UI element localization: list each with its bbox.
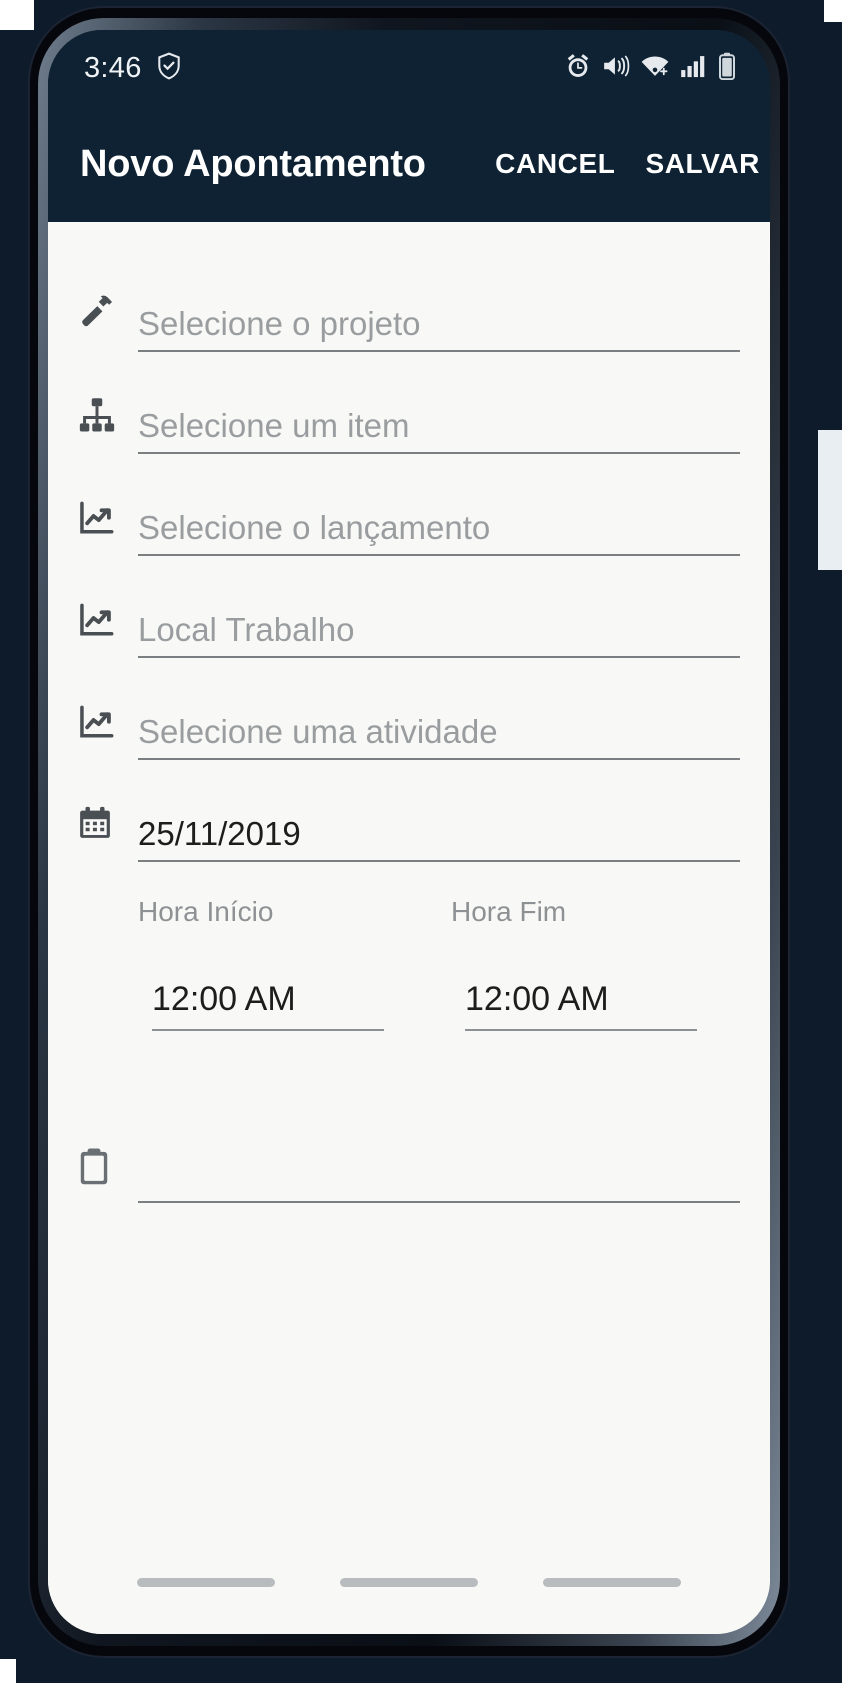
field-entry-placeholder: Selecione o lançamento (138, 509, 491, 546)
alarm-icon (564, 52, 592, 85)
start-time-value: 12:00 AM (152, 980, 296, 1018)
cancel-button[interactable]: CANCEL (493, 144, 617, 184)
field-activity-input[interactable]: Selecione uma atividade (138, 704, 740, 760)
hammer-icon (76, 290, 138, 352)
phone-screen: 3:46 Novo Apontamento CANCEL SALVAR Sele… (48, 30, 770, 1634)
field-note[interactable] (76, 1031, 740, 1203)
app-bar: Novo Apontamento CANCEL SALVAR (48, 106, 770, 222)
start-time-group: Hora Início 12:00 AM (138, 896, 427, 1031)
status-bar: 3:46 (48, 30, 770, 106)
time-row: Hora Início 12:00 AM Hora Fim 12:00 AM (76, 862, 740, 1031)
save-button[interactable]: SALVAR (643, 144, 762, 184)
status-bar-left: 3:46 (84, 52, 182, 85)
phone-device-frame: 3:46 Novo Apontamento CANCEL SALVAR Sele… (30, 8, 788, 1656)
account-tree-icon (76, 392, 138, 454)
end-time-value: 12:00 AM (465, 980, 609, 1018)
field-worksite-placeholder: Local Trabalho (138, 611, 355, 648)
shield-check-icon (156, 52, 182, 85)
field-project-input[interactable]: Selecione o projeto (138, 296, 740, 352)
backdrop-corner-top-left (0, 0, 34, 30)
field-item[interactable]: Selecione um item (76, 352, 740, 454)
status-bar-right (564, 52, 736, 85)
field-date[interactable]: 25/11/2019 (76, 760, 740, 862)
backdrop-corner-bottom-left (0, 1659, 16, 1683)
field-item-input[interactable]: Selecione um item (138, 398, 740, 454)
cellular-signal-icon (680, 53, 708, 84)
end-time-input[interactable]: 12:00 AM (465, 980, 697, 1031)
system-navigation-bar (48, 1548, 770, 1634)
field-activity-placeholder: Selecione uma atividade (138, 713, 498, 750)
end-time-label: Hora Fim (451, 896, 567, 927)
trending-up-icon (76, 596, 138, 658)
field-item-placeholder: Selecione um item (138, 407, 410, 444)
wifi-icon (640, 53, 670, 84)
field-worksite[interactable]: Local Trabalho (76, 556, 740, 658)
backdrop-corner-top-right (824, 0, 842, 22)
appointment-form: Selecione o projeto Selecione um item Se… (48, 222, 770, 1203)
form-surface: Selecione o projeto Selecione um item Se… (48, 222, 770, 1634)
end-time-group: Hora Fim 12:00 AM (451, 896, 740, 1031)
nav-back-pill[interactable] (543, 1577, 682, 1587)
app-bar-actions: CANCEL SALVAR (493, 144, 770, 184)
field-activity[interactable]: Selecione uma atividade (76, 658, 740, 760)
status-bar-clock: 3:46 (84, 51, 142, 84)
battery-icon (718, 52, 736, 85)
nav-recents-pill[interactable] (136, 1577, 275, 1587)
field-date-value: 25/11/2019 (138, 815, 301, 852)
field-project-placeholder: Selecione o projeto (138, 305, 421, 342)
field-date-input[interactable]: 25/11/2019 (138, 806, 740, 862)
start-time-input[interactable]: 12:00 AM (152, 980, 384, 1031)
calendar-icon (76, 800, 138, 862)
field-project[interactable]: Selecione o projeto (76, 250, 740, 352)
trending-up-icon (76, 494, 138, 556)
page-title: Novo Apontamento (80, 142, 426, 185)
start-time-label: Hora Início (138, 896, 274, 927)
vibrate-mute-icon (602, 53, 630, 84)
field-entry-input[interactable]: Selecione o lançamento (138, 500, 740, 556)
clipboard-icon (76, 1147, 138, 1203)
field-note-input[interactable] (138, 1139, 740, 1203)
field-entry[interactable]: Selecione o lançamento (76, 454, 740, 556)
trending-up-icon (76, 698, 138, 760)
backdrop-edge-right (818, 430, 842, 570)
nav-home-pill[interactable] (339, 1577, 478, 1587)
field-worksite-input[interactable]: Local Trabalho (138, 602, 740, 658)
